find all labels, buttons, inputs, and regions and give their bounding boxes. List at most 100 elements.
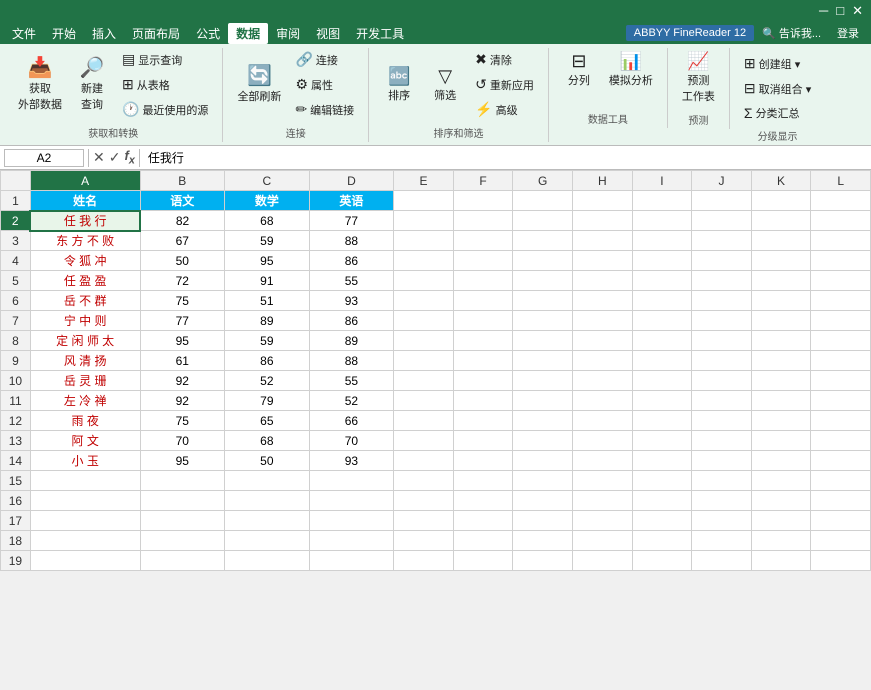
empty-cell[interactable] [811,411,871,431]
properties-btn[interactable]: ⚙ 属性 [289,73,360,96]
cell-B16[interactable] [140,491,225,511]
empty-cell[interactable] [394,351,454,371]
empty-cell[interactable] [751,431,811,451]
empty-cell[interactable] [453,531,513,551]
empty-cell[interactable] [751,271,811,291]
cell-C5[interactable]: 91 [225,271,310,291]
empty-cell[interactable] [394,191,454,211]
menu-home[interactable]: 开始 [44,23,84,44]
menu-layout[interactable]: 页面布局 [124,23,188,44]
new-query-btn[interactable]: 🔎 新建 查询 [70,54,114,116]
empty-cell[interactable] [453,211,513,231]
empty-cell[interactable] [513,351,573,371]
empty-cell[interactable] [394,451,454,471]
empty-cell[interactable] [632,431,692,451]
empty-cell[interactable] [692,531,752,551]
empty-cell[interactable] [513,211,573,231]
row-header[interactable]: 12 [1,411,31,431]
empty-cell[interactable] [811,231,871,251]
cell-C14[interactable]: 50 [225,451,310,471]
row-header[interactable]: 19 [1,551,31,571]
row-header[interactable]: 2 [1,211,31,231]
empty-cell[interactable] [811,271,871,291]
empty-cell[interactable] [751,371,811,391]
empty-cell[interactable] [751,191,811,211]
cell-B5[interactable]: 72 [140,271,225,291]
empty-cell[interactable] [692,491,752,511]
empty-cell[interactable] [394,231,454,251]
empty-cell[interactable] [572,211,632,231]
cell-B9[interactable]: 61 [140,351,225,371]
empty-cell[interactable] [632,351,692,371]
col-header-B[interactable]: B [140,171,225,191]
row-header[interactable]: 11 [1,391,31,411]
empty-cell[interactable] [632,471,692,491]
empty-cell[interactable] [394,471,454,491]
row-header[interactable]: 6 [1,291,31,311]
empty-cell[interactable] [453,451,513,471]
empty-cell[interactable] [811,351,871,371]
menu-file[interactable]: 文件 [4,23,44,44]
empty-cell[interactable] [453,411,513,431]
col-header-L[interactable]: L [811,171,871,191]
empty-cell[interactable] [632,271,692,291]
empty-cell[interactable] [751,211,811,231]
empty-cell[interactable] [692,411,752,431]
what-if-btn[interactable]: 📊 模拟分析 [603,48,659,92]
empty-cell[interactable] [513,511,573,531]
empty-cell[interactable] [632,371,692,391]
menu-login[interactable]: 登录 [829,23,867,43]
empty-cell[interactable] [513,491,573,511]
empty-cell[interactable] [453,291,513,311]
empty-cell[interactable] [811,371,871,391]
cell-B14[interactable]: 95 [140,451,225,471]
cell-C3[interactable]: 59 [225,231,310,251]
cancel-formula-icon[interactable]: ✕ [93,149,105,166]
cell-C4[interactable]: 95 [225,251,310,271]
cell-A4[interactable]: 令 狐 冲 [30,251,140,271]
minimize-btn[interactable]: ─ [819,3,828,19]
menu-formula[interactable]: 公式 [188,23,228,44]
empty-cell[interactable] [632,551,692,571]
recent-sources-btn[interactable]: 🕐 最近使用的源 [116,98,214,121]
row-header[interactable]: 9 [1,351,31,371]
empty-cell[interactable] [572,491,632,511]
cell-A17[interactable] [30,511,140,531]
cell-D5[interactable]: 55 [309,271,394,291]
cell-D16[interactable] [309,491,394,511]
empty-cell[interactable] [572,331,632,351]
empty-cell[interactable] [751,231,811,251]
empty-cell[interactable] [811,331,871,351]
empty-cell[interactable] [394,291,454,311]
ungroup-btn[interactable]: ⊟ 取消组合 ▾ [738,77,817,100]
row-header[interactable]: 8 [1,331,31,351]
cell-A13[interactable]: 阿 文 [30,431,140,451]
cell-D8[interactable]: 89 [309,331,394,351]
cell-D1[interactable]: 英语 [309,191,394,211]
cell-D2[interactable]: 77 [309,211,394,231]
cell-B8[interactable]: 95 [140,331,225,351]
empty-cell[interactable] [811,431,871,451]
cell-B4[interactable]: 50 [140,251,225,271]
empty-cell[interactable] [692,471,752,491]
cell-A19[interactable] [30,551,140,571]
connections-btn[interactable]: 🔗 连接 [289,48,360,71]
empty-cell[interactable] [572,471,632,491]
empty-cell[interactable] [632,211,692,231]
empty-cell[interactable] [632,531,692,551]
row-header[interactable]: 7 [1,311,31,331]
menu-abbyy[interactable]: ABBYY FineReader 12 [626,25,754,41]
empty-cell[interactable] [394,411,454,431]
row-header[interactable]: 3 [1,231,31,251]
cell-C1[interactable]: 数学 [225,191,310,211]
empty-cell[interactable] [453,491,513,511]
empty-cell[interactable] [751,491,811,511]
cell-C12[interactable]: 65 [225,411,310,431]
empty-cell[interactable] [692,231,752,251]
empty-cell[interactable] [394,491,454,511]
cell-A8[interactable]: 定 闲 师 太 [30,331,140,351]
empty-cell[interactable] [394,431,454,451]
from-table-btn[interactable]: ⊞ 从表格 [116,73,214,96]
empty-cell[interactable] [572,291,632,311]
empty-cell[interactable] [572,511,632,531]
